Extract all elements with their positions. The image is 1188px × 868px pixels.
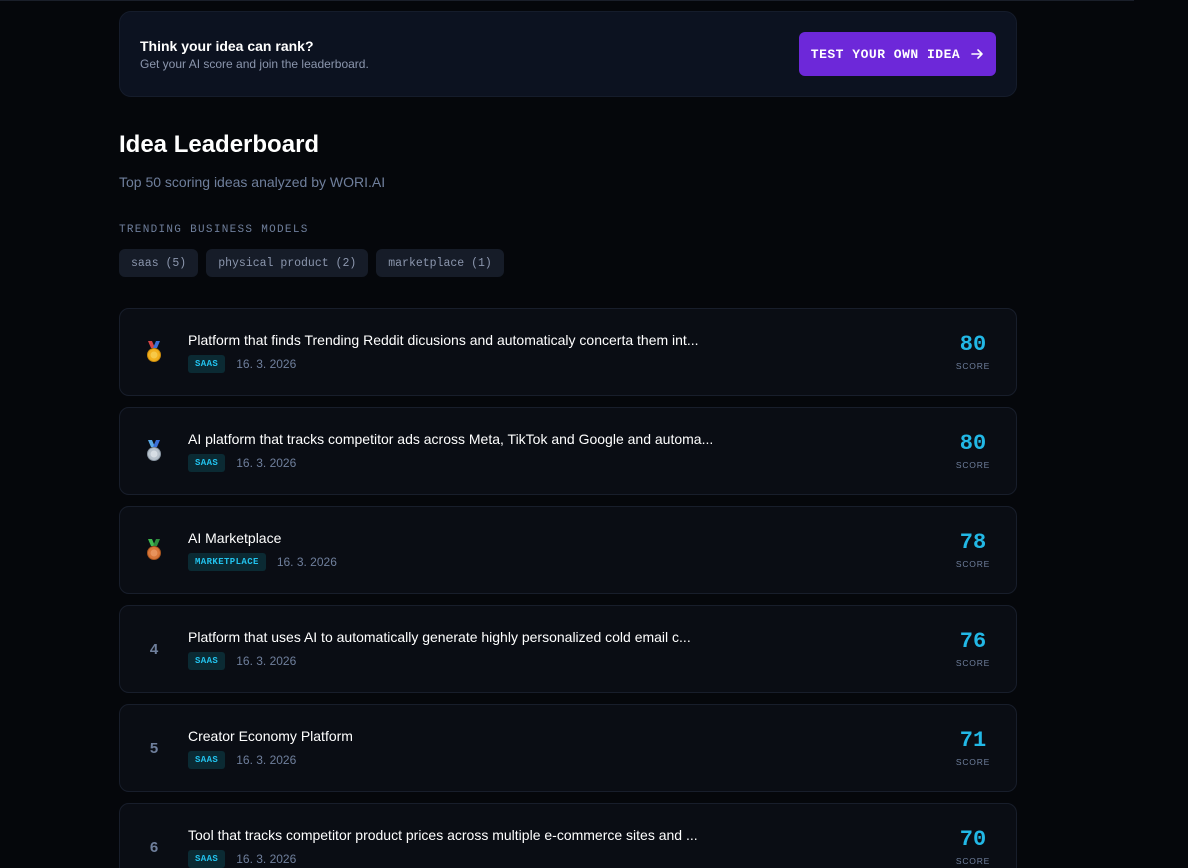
cta-subtitle: Get your AI score and join the leaderboa… [140,56,369,71]
idea-meta: SAAS 16. 3. 2026 [188,750,938,769]
model-tag: SAAS [188,453,226,472]
leaderboard-list: Platform that finds Trending Reddit dicu… [119,308,1017,868]
score-box: 70 SCORE [938,827,1008,867]
idea-date: 16. 3. 2026 [236,851,297,866]
idea-title: Creator Economy Platform [188,727,353,744]
idea-info: Creator Economy Platform SAAS 16. 3. 202… [188,728,938,769]
score-box: 80 SCORE [938,332,1008,372]
idea-title: Platform that uses AI to automatically g… [188,628,691,645]
model-tag: SAAS [188,354,226,373]
idea-title: Platform that finds Trending Reddit dicu… [188,331,699,348]
trending-chips: saas (5) physical product (2) marketplac… [119,249,1017,277]
rank-cell [120,341,188,363]
idea-date: 16. 3. 2026 [236,752,297,767]
idea-meta: SAAS 16. 3. 2026 [188,651,938,670]
bronze-medal-icon [147,539,161,560]
idea-date: 16. 3. 2026 [236,356,297,371]
model-tag: SAAS [188,750,226,769]
score-value: 71 [959,728,987,753]
idea-meta: SAAS 16. 3. 2026 [188,849,938,868]
score-label: SCORE [955,460,991,470]
leaderboard-row[interactable]: 5 Creator Economy Platform SAAS 16. 3. 2… [119,704,1017,792]
page-subtitle: Top 50 scoring ideas analyzed by WORI.AI [119,174,386,190]
score-value: 78 [959,530,987,555]
rank-number: 6 [149,838,159,856]
idea-date: 16. 3. 2026 [236,455,297,470]
leaderboard-row[interactable]: 6 Tool that tracks competitor product pr… [119,803,1017,868]
cta-button-label: TEST YOUR OWN IDEA [810,46,961,62]
rank-cell [120,539,188,561]
arrow-right-icon [971,49,984,59]
model-tag: MARKETPLACE [188,552,266,571]
model-tag: SAAS [188,849,226,868]
idea-meta: SAAS 16. 3. 2026 [188,453,938,472]
leaderboard-row[interactable]: AI platform that tracks competitor ads a… [119,407,1017,495]
leaderboard-row[interactable]: Platform that finds Trending Reddit dicu… [119,308,1017,396]
chip-physical-product[interactable]: physical product (2) [206,249,369,277]
score-box: 71 SCORE [938,728,1008,768]
page-title: Idea Leaderboard [119,131,320,158]
page-content: Think your idea can rank? Get your AI sc… [119,11,1017,868]
score-box: 76 SCORE [938,629,1008,669]
idea-meta: SAAS 16. 3. 2026 [188,354,938,373]
cta-title: Think your idea can rank? [140,37,314,54]
idea-info: Platform that finds Trending Reddit dicu… [188,332,938,373]
idea-info: Tool that tracks competitor product pric… [188,827,938,868]
score-label: SCORE [955,559,991,569]
cta-text: Think your idea can rank? Get your AI sc… [140,38,369,71]
leaderboard-row[interactable]: AI Marketplace MARKETPLACE 16. 3. 2026 7… [119,506,1017,594]
test-your-own-idea-button[interactable]: TEST YOUR OWN IDEA [799,32,996,76]
score-value: 70 [959,827,987,852]
idea-date: 16. 3. 2026 [276,554,337,569]
chip-saas[interactable]: saas (5) [119,249,199,277]
idea-info: AI platform that tracks competitor ads a… [188,431,938,472]
score-value: 80 [959,332,987,357]
score-label: SCORE [955,658,991,668]
gold-medal-icon [147,341,161,362]
idea-info: AI Marketplace MARKETPLACE 16. 3. 2026 [188,530,938,571]
chip-marketplace[interactable]: marketplace (1) [376,249,504,277]
cta-banner: Think your idea can rank? Get your AI sc… [119,11,1017,97]
score-label: SCORE [955,856,991,866]
idea-info: Platform that uses AI to automatically g… [188,629,938,670]
rank-number: 5 [149,739,159,757]
score-label: SCORE [955,757,991,767]
score-box: 80 SCORE [938,431,1008,471]
idea-title: Tool that tracks competitor product pric… [188,826,698,843]
score-value: 76 [959,629,987,654]
top-divider [0,0,1134,1]
model-tag: SAAS [188,651,226,670]
score-box: 78 SCORE [938,530,1008,570]
idea-date: 16. 3. 2026 [236,653,297,668]
idea-title: AI Marketplace [188,529,282,546]
silver-medal-icon [147,440,161,461]
score-label: SCORE [955,361,991,371]
leaderboard-row[interactable]: 4 Platform that uses AI to automatically… [119,605,1017,693]
idea-meta: MARKETPLACE 16. 3. 2026 [188,552,938,571]
idea-title: AI platform that tracks competitor ads a… [188,430,714,447]
score-value: 80 [959,431,987,456]
rank-number: 4 [149,640,159,658]
trending-label: TRENDING BUSINESS MODELS [119,224,309,236]
rank-cell [120,440,188,462]
